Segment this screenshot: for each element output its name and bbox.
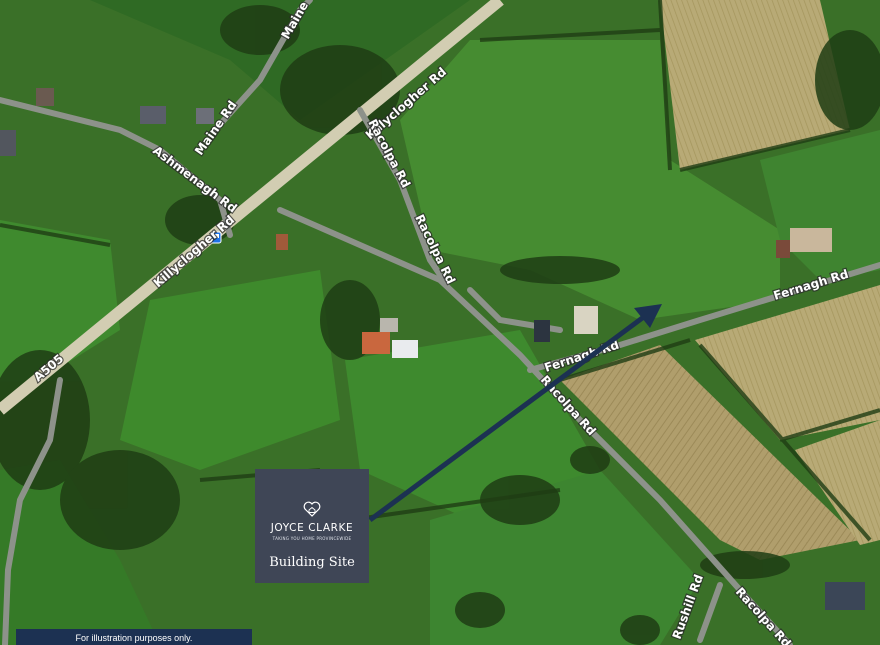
building-site-label: Building Site <box>269 555 355 570</box>
brand-card: JOYCE CLARKE TAKING YOU HOME PROVINCEWID… <box>255 469 369 583</box>
brand-name: JOYCE CLARKE <box>270 522 354 534</box>
aerial-map: A505 Killyclogher Rd Killyclogher Rd Mai… <box>0 0 880 645</box>
satellite-imagery: A505 Killyclogher Rd Killyclogher Rd Mai… <box>0 0 880 645</box>
brand-tagline: TAKING YOU HOME PROVINCEWIDE <box>272 536 352 541</box>
illustration-disclaimer: For illustration purposes only. <box>16 629 252 645</box>
joyce-clarke-heart-house-logo-icon <box>303 501 321 517</box>
